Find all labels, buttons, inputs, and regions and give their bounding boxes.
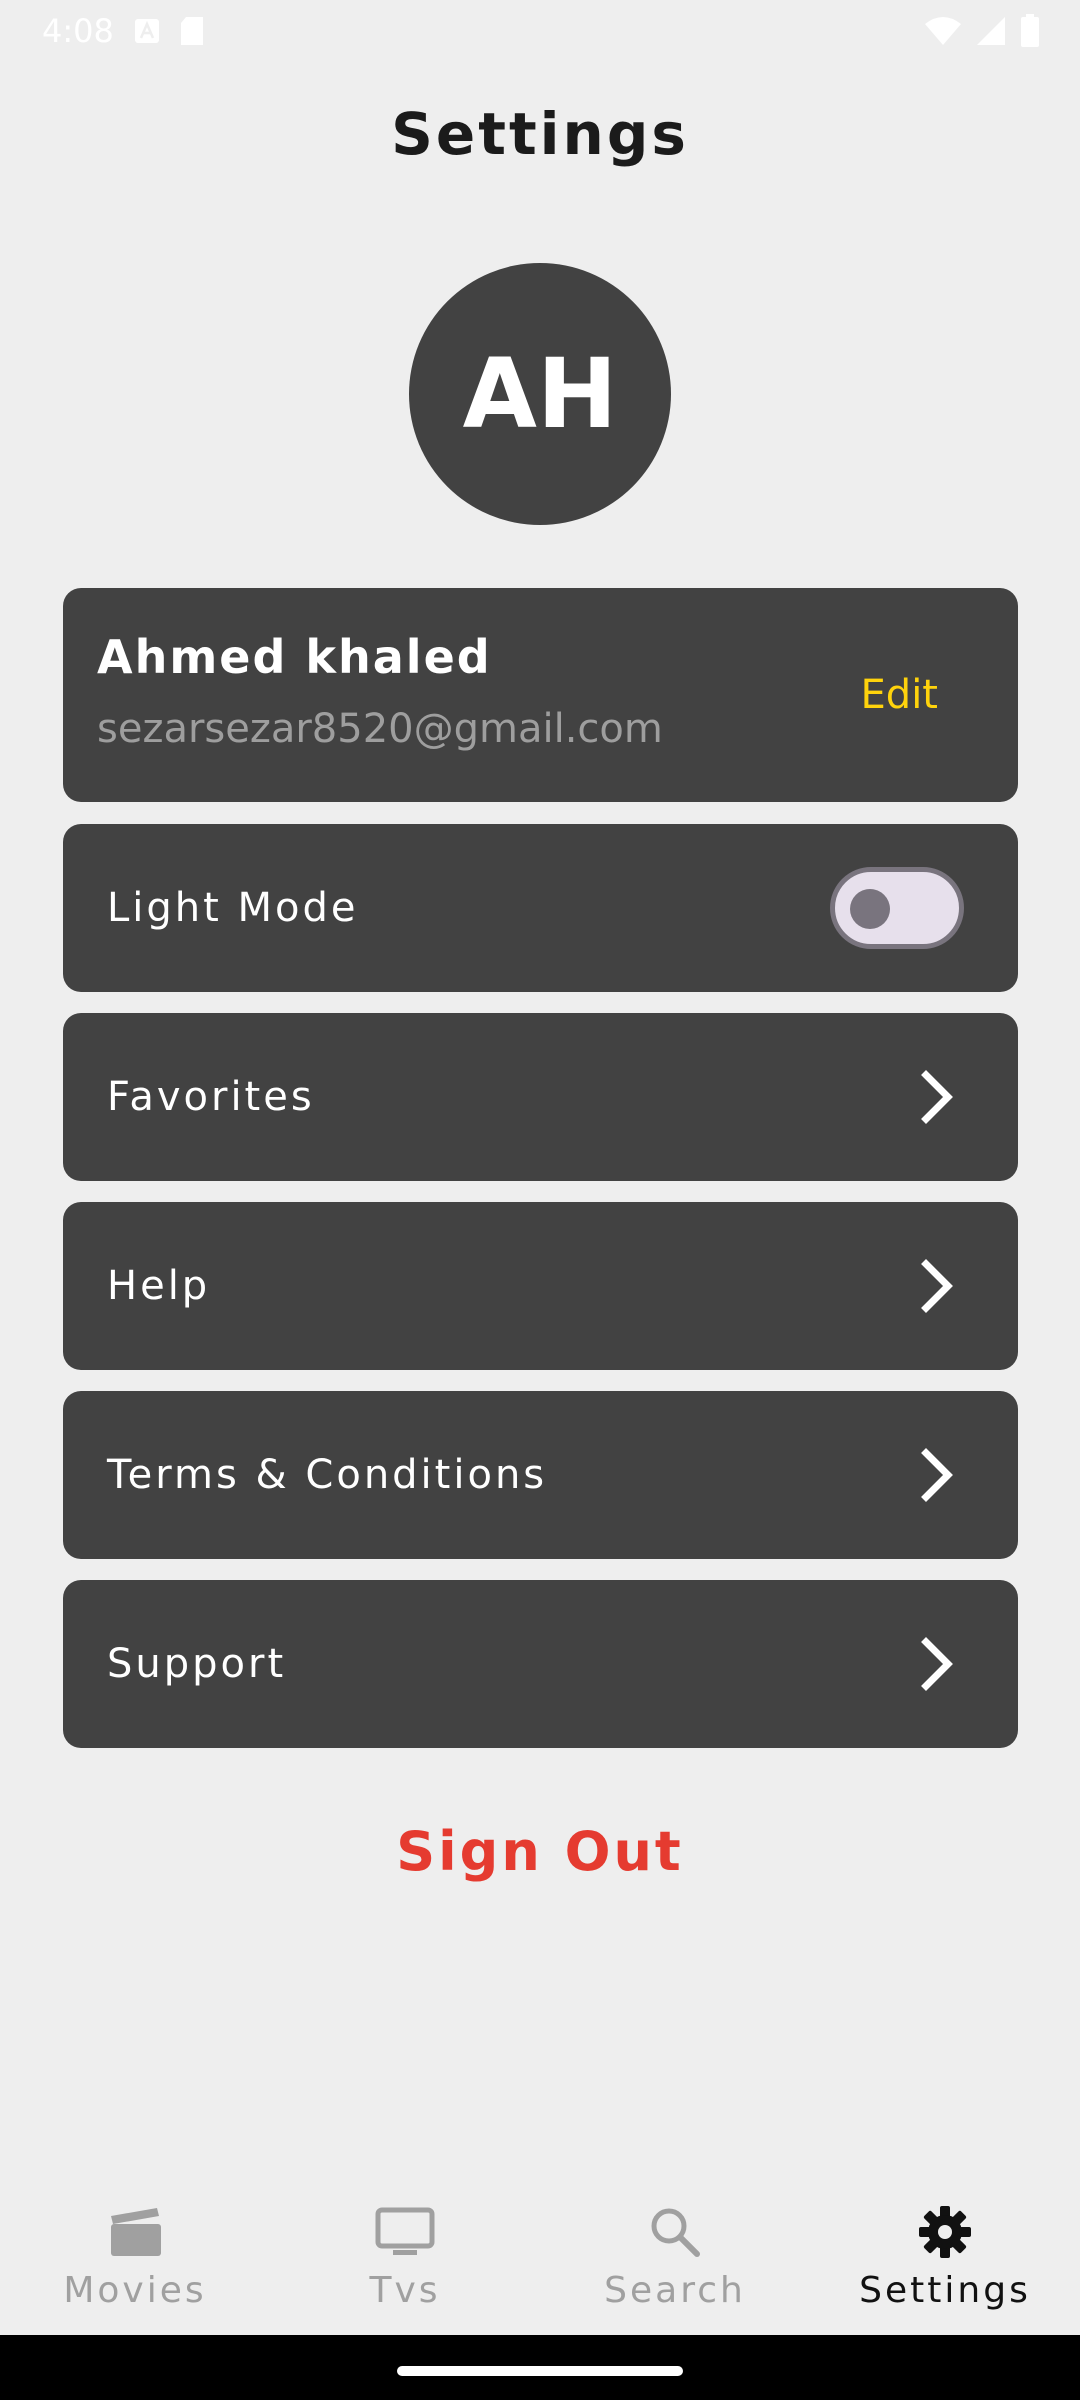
profile-email: sezarsezar8520@gmail.com [97, 706, 663, 752]
signal-icon [977, 17, 1005, 45]
nav-item-movies[interactable]: Movies [0, 2190, 270, 2335]
page-title: Settings [391, 100, 689, 168]
nav-item-search[interactable]: Search [540, 2190, 810, 2335]
nav-label-tvs: Tvs [369, 2270, 441, 2311]
battery-icon [1021, 14, 1039, 47]
settings-row-help[interactable]: Help [63, 1202, 1018, 1370]
status-left: 4:08 [42, 12, 204, 50]
gesture-area [0, 2335, 1080, 2400]
status-bar: 4:08 [0, 0, 1080, 62]
nav-item-settings[interactable]: Settings [810, 2190, 1080, 2335]
row-label-light-mode: Light Mode [107, 885, 359, 931]
settings-row-terms[interactable]: Terms & Conditions [63, 1391, 1018, 1559]
gesture-handle[interactable] [397, 2366, 683, 2376]
avatar: AH [409, 263, 671, 525]
settings-row-support[interactable]: Support [63, 1580, 1018, 1748]
light-mode-toggle[interactable] [830, 867, 964, 949]
chevron-right-icon [921, 1259, 953, 1313]
nav-label-search: Search [604, 2270, 746, 2311]
chevron-right-icon [921, 1448, 953, 1502]
nav-label-settings: Settings [859, 2270, 1031, 2311]
tv-icon [375, 2207, 435, 2255]
nav-label-movies: Movies [63, 2270, 207, 2311]
toggle-knob [850, 889, 890, 929]
settings-row-light-mode[interactable]: Light Mode [63, 824, 1018, 992]
sd-card-icon [180, 17, 203, 45]
avatar-initials: AH [462, 338, 618, 450]
chevron-right-icon [921, 1070, 953, 1124]
profile-name: Ahmed khaled [97, 630, 492, 684]
status-right [924, 14, 1040, 48]
row-label-help: Help [107, 1263, 211, 1309]
settings-screen: 4:08 Settings AH Ahmed khaled sezarsezar… [0, 0, 1080, 2400]
search-icon [651, 2208, 700, 2257]
profile-card: Ahmed khaled sezarsezar8520@gmail.com Ed… [63, 588, 1018, 802]
bottom-nav: Movies Tvs Search Settings [0, 2190, 1080, 2335]
sign-out-button[interactable]: Sign Out [0, 1820, 1080, 1883]
clapperboard-icon [111, 2208, 161, 2256]
a-letter-icon [134, 19, 159, 43]
gear-icon [919, 2206, 971, 2258]
nav-item-tvs[interactable]: Tvs [270, 2190, 540, 2335]
status-time: 4:08 [42, 12, 114, 50]
row-label-support: Support [107, 1641, 287, 1687]
row-label-favorites: Favorites [107, 1074, 315, 1120]
wifi-icon [925, 17, 961, 45]
row-label-terms: Terms & Conditions [107, 1452, 548, 1498]
chevron-right-icon [921, 1637, 953, 1691]
edit-profile-button[interactable]: Edit [861, 672, 938, 718]
settings-row-favorites[interactable]: Favorites [63, 1013, 1018, 1181]
